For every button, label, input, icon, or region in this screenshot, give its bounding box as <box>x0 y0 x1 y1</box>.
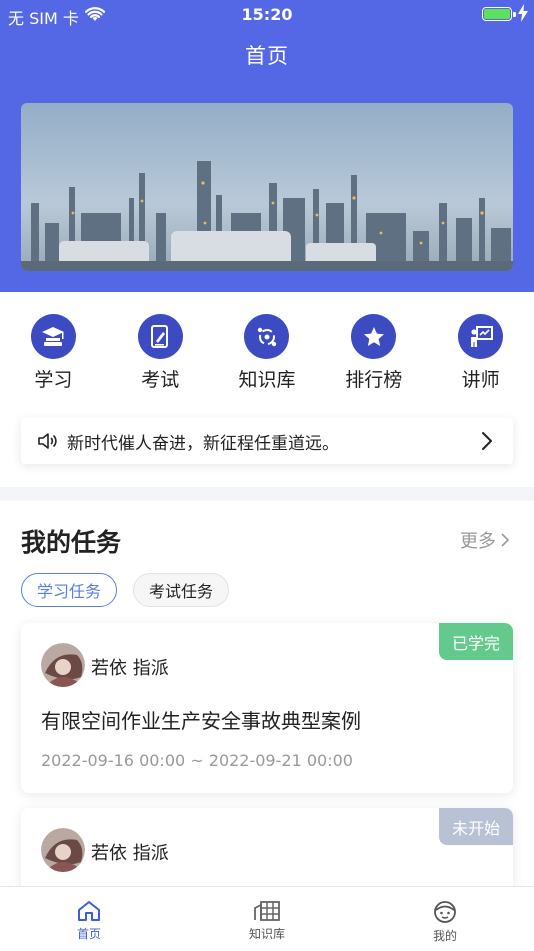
status-bar: 无 SIM 卡 15:20 <box>0 0 534 30</box>
menu-label: 知识库 <box>238 369 296 391</box>
main-panel: 学习 考试 知识库 排行榜 讲师 新时代催人奋进，新征程任重道远。 <box>0 292 534 487</box>
tab-mine[interactable]: 我的 <box>356 887 534 951</box>
more-link[interactable]: 更多 <box>460 527 510 553</box>
exam-icon <box>137 314 183 359</box>
avatar <box>41 643 85 687</box>
home-icon <box>76 899 102 923</box>
star-icon <box>351 314 397 359</box>
user-icon <box>432 899 458 925</box>
header: 无 SIM 卡 15:20 首页 <box>0 0 534 292</box>
chevron-right-icon <box>481 431 493 451</box>
status-time: 15:20 <box>241 5 293 24</box>
status-badge: 未开始 <box>439 808 513 845</box>
tab-label: 知识库 <box>248 927 285 941</box>
menu-label: 学习 <box>34 369 73 391</box>
notice-bar[interactable]: 新时代催人奋进，新征程任重道远。 <box>21 418 513 464</box>
menu-label: 排行榜 <box>345 369 403 391</box>
building-icon <box>252 899 282 923</box>
notice-text: 新时代催人奋进，新征程任重道远。 <box>67 433 339 454</box>
menu-label: 讲师 <box>461 369 500 391</box>
menu-label: 考试 <box>141 369 180 391</box>
menu-item-knowledge[interactable]: 知识库 <box>214 314 321 392</box>
more-label: 更多 <box>460 531 496 552</box>
knowledge-icon <box>244 314 290 359</box>
tab-home[interactable]: 首页 <box>0 887 178 951</box>
tab-exam-tasks[interactable]: 考试任务 <box>133 573 229 607</box>
battery-icon <box>482 7 512 21</box>
menu-item-lecturer[interactable]: 讲师 <box>427 314 534 392</box>
section-title: 我的任务 <box>21 528 122 557</box>
charging-icon <box>518 4 528 26</box>
course-title: 有限空间作业生产安全事故典型案例 <box>41 709 361 733</box>
task-dates: 2022-09-16 00:00 ~ 2022-09-21 00:00 <box>41 751 353 770</box>
my-tasks-section: 我的任务 更多 学习任务 考试任务 已学完 若依 指派 有限空间作业生产安全事故… <box>0 501 534 886</box>
tab-knowledge[interactable]: 知识库 <box>178 887 356 951</box>
lecturer-icon <box>458 314 504 359</box>
status-badge: 已学完 <box>439 623 513 660</box>
study-icon <box>30 314 76 359</box>
chevron-right-icon <box>500 532 510 548</box>
menu-item-study[interactable]: 学习 <box>0 314 107 392</box>
avatar <box>41 828 85 872</box>
quick-menu: 学习 考试 知识库 排行榜 讲师 <box>0 314 534 392</box>
tab-study-tasks[interactable]: 学习任务 <box>21 573 117 607</box>
assigner-text: 若依 指派 <box>91 658 169 679</box>
menu-item-ranking[interactable]: 排行榜 <box>320 314 427 392</box>
tab-label: 我的 <box>432 929 457 943</box>
task-card[interactable]: 已学完 若依 指派 有限空间作业生产安全事故典型案例 2022-09-16 00… <box>21 623 513 793</box>
task-card[interactable]: 未开始 若依 指派 <box>21 808 513 886</box>
banner-image[interactable] <box>21 103 513 271</box>
page-title: 首页 <box>245 44 289 68</box>
menu-item-exam[interactable]: 考试 <box>107 314 214 392</box>
bottom-tab-bar: 首页 知识库 我的 <box>0 886 534 951</box>
speaker-icon <box>37 431 59 451</box>
tab-label: 首页 <box>76 927 101 941</box>
assigner-text: 若依 指派 <box>91 843 169 864</box>
